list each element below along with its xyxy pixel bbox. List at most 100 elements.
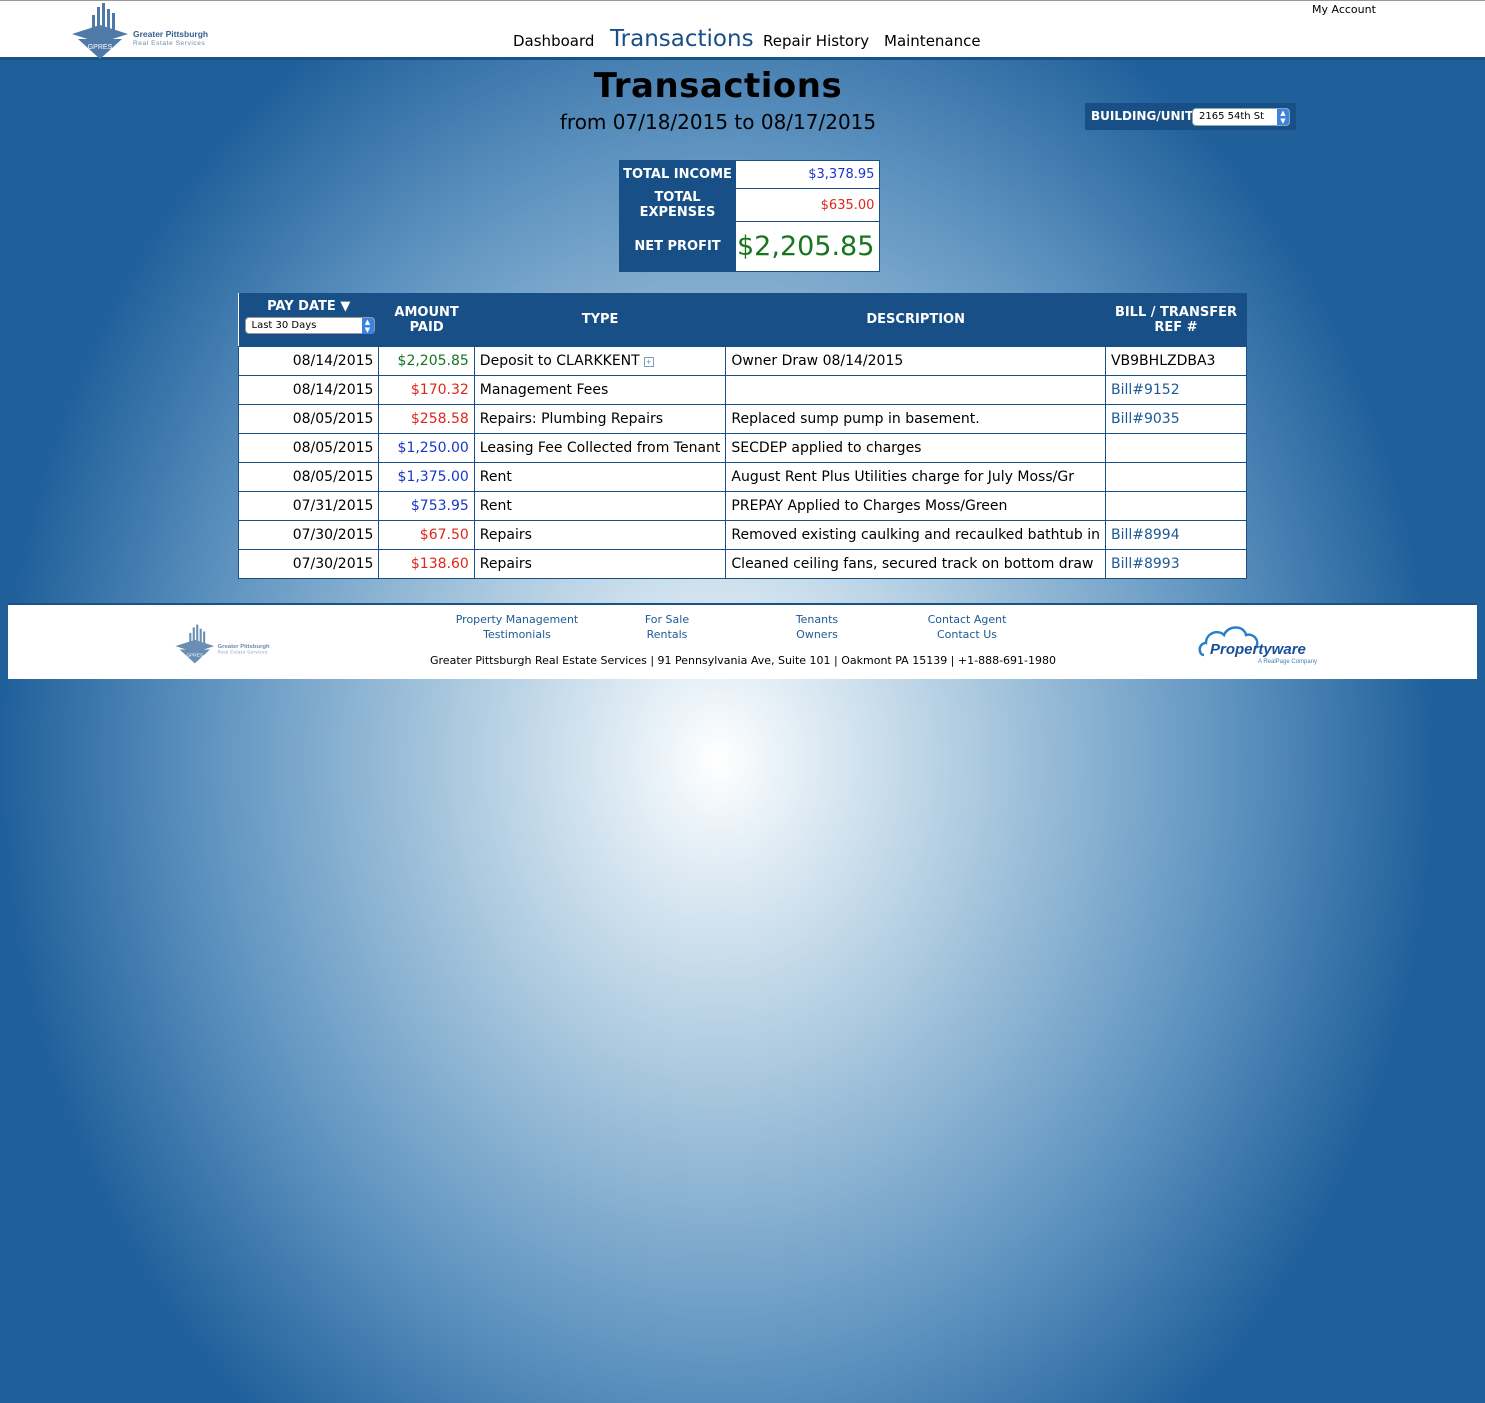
cell-type-text: Rent <box>479 469 512 485</box>
cell-type: Deposit to CLARKKENT + <box>473 346 727 376</box>
table-header-row: PAY DATE ▼ Last 30 Days ▲ ▼ AMOUNT PAID T… <box>238 293 1247 347</box>
total-expenses-value: $635.00 <box>734 188 881 222</box>
nav-repair-history[interactable]: Repair History <box>763 32 869 50</box>
footer: GPRES Greater Pittsburgh Real Estate Ser… <box>8 603 1477 679</box>
cell-amount-paid: $138.60 <box>378 549 475 579</box>
building-unit-value: 2165 54th St <box>1199 111 1265 122</box>
footer-link-contact-us[interactable]: Contact Us <box>892 628 1042 641</box>
page-title: Transactions <box>593 66 843 106</box>
nav-dashboard[interactable]: Dashboard <box>513 32 594 50</box>
table-row: 08/05/2015 $1,250.00 Leasing Fee Collected… <box>237 433 1248 463</box>
transactions-body: 08/14/2015 $2,205.85 Deposit to CLARKKENT +… <box>237 346 1248 579</box>
date-range-subtitle: from 07/18/2015 to 08/17/2015 <box>559 110 877 134</box>
brand-name-line1: Greater Pittsburgh <box>133 29 208 39</box>
building-unit-select[interactable]: 2165 54th St ▲ ▼ <box>1192 108 1290 126</box>
footer-link-for-sale[interactable]: For Sale <box>592 613 742 626</box>
expand-icon[interactable]: + <box>643 357 654 367</box>
propertyware-logo[interactable]: Propertyware A RealPage Company <box>1198 623 1318 667</box>
cell-amount-paid: $170.32 <box>378 375 475 405</box>
cell-type-text: Deposit to CLARKKENT <box>479 353 640 369</box>
transactions-table: PAY DATE ▼ Last 30 Days ▲ ▼ AMOUNT PAID T… <box>237 293 1248 579</box>
cell-ref <box>1104 491 1248 521</box>
sort-desc-icon[interactable]: ▼ <box>340 299 350 314</box>
top-bar: GPRES Greater Pittsburgh Real Estate Ser… <box>0 0 1485 60</box>
cell-type-text: Repairs: Plumbing Repairs <box>479 411 664 427</box>
col-description: DESCRIPTION <box>725 293 1106 347</box>
cell-type-text: Management Fees <box>479 382 609 398</box>
cell-description: Removed existing caulking and recaulked … <box>725 520 1106 550</box>
date-range-select[interactable]: Last 30 Days ▲ ▼ <box>244 317 375 334</box>
cell-ref[interactable]: Bill#8994 <box>1104 520 1248 550</box>
footer-link-rentals[interactable]: Rentals <box>592 628 742 641</box>
building-unit-label: BUILDING/UNIT: <box>1091 109 1198 123</box>
cell-pay-date: 08/05/2015 <box>237 433 380 463</box>
cell-pay-date: 08/05/2015 <box>237 462 380 492</box>
summary-table: TOTAL INCOME $3,378.95 TOTAL EXPENSES $6… <box>619 160 881 272</box>
table-row: 07/30/2015 $67.50 Repairs Removed existing … <box>237 520 1248 550</box>
col-ref: BILL / TRANSFER REF # <box>1105 293 1247 347</box>
cell-ref <box>1104 462 1248 492</box>
net-profit-value: $2,205.85 <box>734 221 881 272</box>
nav-transactions[interactable]: Transactions <box>610 26 754 52</box>
footer-link-property-management[interactable]: Property Management <box>442 613 592 626</box>
total-expenses-label: TOTAL EXPENSES <box>619 188 736 222</box>
cell-amount-paid: $753.95 <box>378 491 475 521</box>
net-profit-label: NET PROFIT <box>619 221 736 272</box>
cell-type-text: Repairs <box>479 527 532 543</box>
cell-amount-paid: $258.58 <box>378 404 475 434</box>
brand-name-line2: Real Estate Services <box>133 40 205 47</box>
cell-ref <box>1104 433 1248 463</box>
cell-amount-paid: $1,375.00 <box>378 462 475 492</box>
gpres-badge: GPRES <box>88 44 113 51</box>
cell-type-text: Rent <box>479 498 512 514</box>
cell-type: Leasing Fee Collected from Tenant <box>473 433 727 463</box>
cell-type: Rent <box>473 491 727 521</box>
propertyware-tagline: A RealPage Company <box>1258 659 1317 665</box>
table-row: 08/05/2015 $1,375.00 Rent August Rent Plus … <box>237 462 1248 492</box>
cell-pay-date: 08/14/2015 <box>237 375 380 405</box>
my-account-link[interactable]: My Account <box>1312 3 1376 16</box>
cell-amount-paid: $67.50 <box>378 520 475 550</box>
total-income-label: TOTAL INCOME <box>619 160 736 189</box>
footer-link-testimonials[interactable]: Testimonials <box>442 628 592 641</box>
cell-type-text: Leasing Fee Collected from Tenant <box>479 440 721 456</box>
gpres-logo[interactable]: GPRES Greater Pittsburgh Real Estate Ser… <box>70 1 220 61</box>
col-type: TYPE <box>474 293 726 347</box>
cell-ref[interactable]: Bill#9035 <box>1104 404 1248 434</box>
footer-link-tenants[interactable]: Tenants <box>742 613 892 626</box>
cell-pay-date: 08/05/2015 <box>237 404 380 434</box>
table-row: 08/05/2015 $258.58 Repairs: Plumbing Repai… <box>237 404 1248 434</box>
footer-brand-line2: Real Estate Services <box>218 650 268 655</box>
cell-ref[interactable]: Bill#8993 <box>1104 549 1248 579</box>
select-arrows-icon: ▲ ▼ <box>361 318 374 334</box>
cell-amount-paid: $2,205.85 <box>378 346 475 376</box>
summary-row-expenses: TOTAL EXPENSES $635.00 <box>619 188 881 222</box>
col-pay-date-label[interactable]: PAY DATE <box>267 299 336 314</box>
cell-description: Replaced sump pump in basement. <box>725 404 1106 434</box>
cell-type: Repairs: Plumbing Repairs <box>473 404 727 434</box>
cell-type: Repairs <box>473 520 727 550</box>
table-row: 07/31/2015 $753.95 Rent PREPAY Applied to C… <box>237 491 1248 521</box>
footer-gpres-badge: GPRES <box>186 652 204 658</box>
propertyware-name: Propertyware <box>1210 641 1306 658</box>
cell-ref: VB9BHLZDBA3 <box>1104 346 1248 376</box>
total-income-value: $3,378.95 <box>734 160 881 189</box>
cell-pay-date: 07/30/2015 <box>237 520 380 550</box>
cell-description: PREPAY Applied to Charges Moss/Green <box>725 491 1106 521</box>
cell-description: SECDEP applied to charges <box>725 433 1106 463</box>
footer-address: Greater Pittsburgh Real Estate Services … <box>430 654 1056 667</box>
col-pay-date[interactable]: PAY DATE ▼ Last 30 Days ▲ ▼ <box>238 293 379 347</box>
cell-ref[interactable]: Bill#9152 <box>1104 375 1248 405</box>
col-amount-paid: AMOUNT PAID <box>378 293 475 347</box>
cell-amount-paid: $1,250.00 <box>378 433 475 463</box>
nav-maintenance[interactable]: Maintenance <box>884 32 981 50</box>
footer-link-owners[interactable]: Owners <box>742 628 892 641</box>
footer-link-contact-agent[interactable]: Contact Agent <box>892 613 1042 626</box>
cell-pay-date: 07/30/2015 <box>237 549 380 579</box>
cell-description: Cleaned ceiling fans, secured track on b… <box>725 549 1106 579</box>
table-row: 08/14/2015 $170.32 Management Fees Bill#915… <box>237 375 1248 405</box>
cell-pay-date: 08/14/2015 <box>237 346 380 376</box>
footer-gpres-logo[interactable]: GPRES Greater Pittsburgh Real Estate Ser… <box>174 623 278 665</box>
date-range-value: Last 30 Days <box>251 320 317 331</box>
summary-row-net-profit: NET PROFIT $2,205.85 <box>619 221 881 272</box>
